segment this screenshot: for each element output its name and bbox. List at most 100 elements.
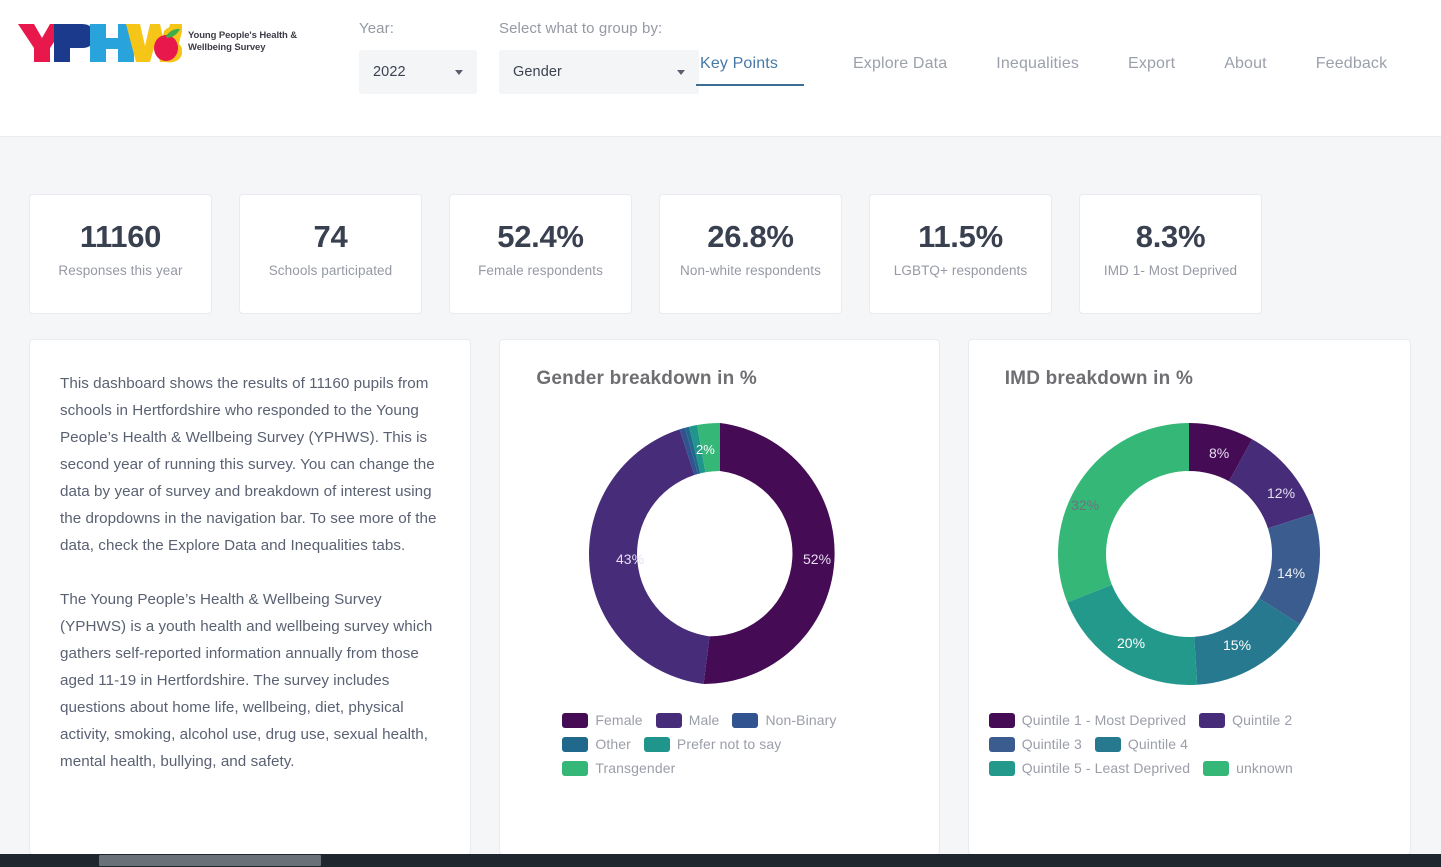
imd-chart-title: IMD breakdown in % (1004, 368, 1194, 389)
legend-item-quintile-4[interactable]: Quintile 4 (1094, 736, 1189, 752)
legend-label: Transgender (595, 760, 676, 776)
logo-tagline: Young People's Health & Wellbeing Survey (188, 30, 297, 54)
legend-swatch-icon (988, 760, 1015, 776)
legend-item-other[interactable]: Other (562, 736, 631, 752)
horizontal-scrollbar-thumb[interactable] (99, 855, 321, 866)
chevron-down-icon (455, 69, 463, 75)
legend-swatch-icon (655, 712, 682, 728)
slice-label-transgender: 2% (696, 442, 715, 457)
legend-swatch-icon (988, 736, 1015, 752)
groupby-control: Select what to group by: Gender (499, 20, 699, 94)
about-panel: This dashboard shows the results of 1116… (29, 339, 472, 855)
gender-donut-chart: 52% 43% 2% (500, 404, 938, 704)
gender-donut-svg: 52% 43% 2% (588, 423, 835, 684)
legend-item-non-binary[interactable]: Non-Binary (732, 712, 836, 728)
legend-item-quintile-1[interactable]: Quintile 1 - Most Deprived (988, 712, 1187, 728)
logo-tagline-line2: Wellbeing Survey (188, 42, 266, 53)
main-nav: Key Points Explore Data Inequalities Exp… (696, 55, 1387, 86)
legend-swatch-icon (1199, 712, 1226, 728)
logo-tagline-line1: Young People's Health & (188, 30, 298, 41)
year-control: Year: 2022 (359, 20, 477, 94)
legend-label: Other (595, 736, 631, 752)
horizontal-scrollbar[interactable] (0, 854, 1441, 867)
tab-feedback[interactable]: Feedback (1316, 55, 1387, 86)
kpi-value: 8.3% (1135, 219, 1206, 254)
slice-male[interactable] (588, 429, 710, 684)
imd-legend: Quintile 1 - Most Deprived Quintile 2 Qu… (969, 704, 1399, 784)
kpi-label: IMD 1- Most Deprived (1103, 263, 1238, 278)
legend-item-transgender[interactable]: Transgender (562, 760, 675, 776)
imd-donut-svg: 8% 12% 14% 15% 20% 32% (1058, 423, 1321, 685)
legend-swatch-icon (643, 736, 670, 752)
slice-label-quintile-4: 15% (1223, 637, 1251, 653)
legend-label: Female (595, 712, 643, 728)
legend-item-prefer-not-to-say[interactable]: Prefer not to say (643, 736, 782, 752)
groupby-label: Select what to group by: (499, 20, 663, 37)
legend-label: Quintile 2 (1232, 712, 1293, 728)
year-select[interactable]: 2022 (359, 50, 477, 94)
tab-inequalities[interactable]: Inequalities (996, 55, 1079, 86)
legend-item-unknown[interactable]: unknown (1203, 760, 1293, 776)
kpi-card-responses: 11160 Responses this year (29, 194, 212, 314)
gender-chart-panel: Gender breakdown in % 52% 43% 2% Female … (499, 339, 940, 855)
yphws-logo: Young People's Health & Wellbeing Survey (14, 16, 297, 68)
legend-swatch-icon (732, 712, 759, 728)
imd-chart-panel: IMD breakdown in % 8% 12% 14% 15% 20% 32… (967, 339, 1411, 855)
slice-label-female: 52% (803, 551, 831, 567)
kpi-row: 11160 Responses this year 74 Schools par… (0, 137, 1441, 314)
legend-swatch-icon (562, 712, 589, 728)
header-controls: Year: 2022 Select what to group by: Gend… (359, 20, 699, 94)
slice-label-quintile-1: 8% (1209, 445, 1229, 461)
panel-row: This dashboard shows the results of 1116… (0, 314, 1441, 855)
slice-label-quintile-5: 20% (1117, 635, 1145, 651)
legend-label: Non-Binary (765, 712, 837, 728)
tab-explore-data[interactable]: Explore Data (853, 55, 947, 86)
year-label: Year: (359, 20, 394, 37)
legend-swatch-icon (562, 736, 589, 752)
kpi-label: Responses this year (58, 263, 183, 278)
year-select-value: 2022 (373, 64, 406, 80)
kpi-label: LGBTQ+ respondents (893, 263, 1028, 278)
kpi-value: 74 (313, 219, 348, 254)
legend-label: Quintile 4 (1127, 736, 1189, 752)
legend-label: Quintile 5 - Least Deprived (1021, 760, 1191, 776)
legend-label: Prefer not to say (676, 736, 782, 752)
legend-swatch-icon (1203, 760, 1230, 776)
kpi-label: Schools participated (268, 263, 393, 278)
about-paragraph-1: This dashboard shows the results of 1116… (60, 375, 437, 554)
slice-label-unknown: 32% (1071, 497, 1099, 513)
legend-item-quintile-3[interactable]: Quintile 3 (988, 736, 1082, 752)
tab-key-points[interactable]: Key Points (696, 55, 804, 86)
gender-legend: Female Male Non-Binary Other Prefer not … (500, 704, 900, 784)
chevron-down-icon (677, 69, 685, 75)
slice-label-male: 43% (616, 551, 644, 567)
slice-label-quintile-2: 12% (1267, 485, 1295, 501)
legend-label: Quintile 1 - Most Deprived (1021, 712, 1187, 728)
legend-item-male[interactable]: Male (655, 712, 720, 728)
legend-label: unknown (1236, 760, 1293, 776)
kpi-label: Non-white respondents (680, 263, 821, 278)
kpi-card-imd1: 8.3% IMD 1- Most Deprived (1079, 194, 1262, 314)
groupby-select-value: Gender (513, 64, 562, 80)
groupby-select[interactable]: Gender (499, 50, 699, 94)
app-header: Young People's Health & Wellbeing Survey… (0, 0, 1441, 137)
legend-label: Male (688, 712, 720, 728)
legend-swatch-icon (562, 760, 589, 776)
legend-item-quintile-5[interactable]: Quintile 5 - Least Deprived (988, 760, 1191, 776)
kpi-value: 11160 (79, 219, 162, 254)
legend-swatch-icon (1094, 736, 1121, 752)
kpi-card-lgbtq: 11.5% LGBTQ+ respondents (869, 194, 1052, 314)
about-paragraph-2: The Young People’s Health & Wellbeing Su… (60, 591, 433, 770)
imd-donut-chart: 8% 12% 14% 15% 20% 32% (969, 404, 1410, 704)
gender-chart-title: Gender breakdown in % (536, 368, 758, 389)
tab-export[interactable]: Export (1128, 55, 1175, 86)
legend-label: Quintile 3 (1021, 736, 1082, 752)
legend-item-female[interactable]: Female (562, 712, 643, 728)
dashboard-body: 11160 Responses this year 74 Schools par… (0, 137, 1441, 867)
kpi-value: 11.5% (918, 219, 1003, 254)
tab-about[interactable]: About (1224, 55, 1267, 86)
legend-item-quintile-2[interactable]: Quintile 2 (1199, 712, 1292, 728)
kpi-card-nonwhite: 26.8% Non-white respondents (659, 194, 842, 314)
kpi-value: 52.4% (497, 219, 584, 254)
kpi-label: Female respondents (478, 263, 603, 278)
